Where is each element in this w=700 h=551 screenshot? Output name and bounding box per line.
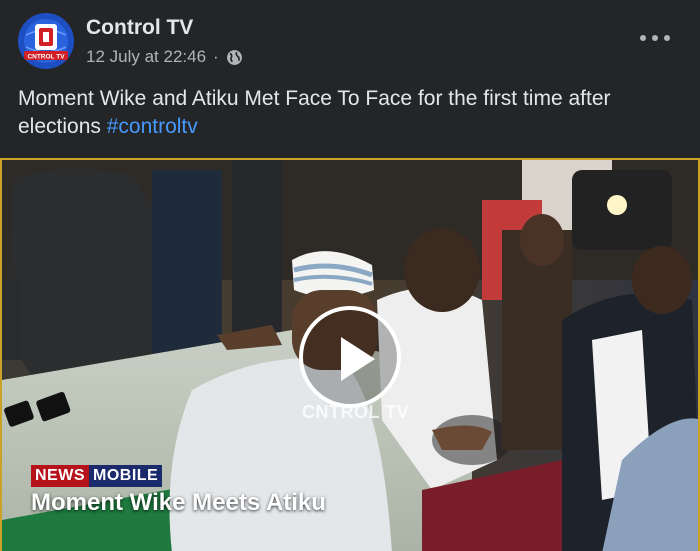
globe-icon[interactable] (226, 49, 243, 66)
video-player[interactable]: CNTROL TV NEWS MOBILE Moment Wike Meets … (0, 158, 700, 551)
more-dot (652, 35, 658, 41)
page-name[interactable]: Control TV (86, 16, 193, 40)
news-badge: NEWS MOBILE (31, 465, 163, 487)
post-caption: Moment Wike and Atiku Met Face To Face f… (18, 85, 678, 141)
hashtag-link[interactable]: #controltv (107, 115, 198, 138)
more-options-button[interactable] (640, 25, 670, 51)
svg-text:CNTROL TV: CNTROL TV (27, 54, 65, 61)
play-button[interactable] (299, 306, 401, 408)
control-tv-logo: CNTROL TV (18, 13, 74, 69)
badge-news: NEWS (31, 465, 89, 487)
more-dot (640, 35, 646, 41)
meta-separator: · (213, 47, 219, 66)
post-header: CNTROL TV Control TV 12 July at 22:46 · (0, 0, 700, 80)
more-dot (664, 35, 670, 41)
post-timestamp[interactable]: 12 July at 22:46 (86, 47, 206, 67)
facebook-post: CNTROL TV Control TV 12 July at 22:46 · … (0, 0, 700, 551)
post-meta: 12 July at 22:46 · (86, 47, 243, 67)
video-headline: Moment Wike Meets Atiku (31, 489, 326, 516)
video-watermark: CNTROL TV (302, 402, 410, 422)
page-avatar[interactable]: CNTROL TV (18, 13, 74, 69)
badge-mobile: MOBILE (89, 465, 163, 487)
play-icon (341, 337, 375, 381)
